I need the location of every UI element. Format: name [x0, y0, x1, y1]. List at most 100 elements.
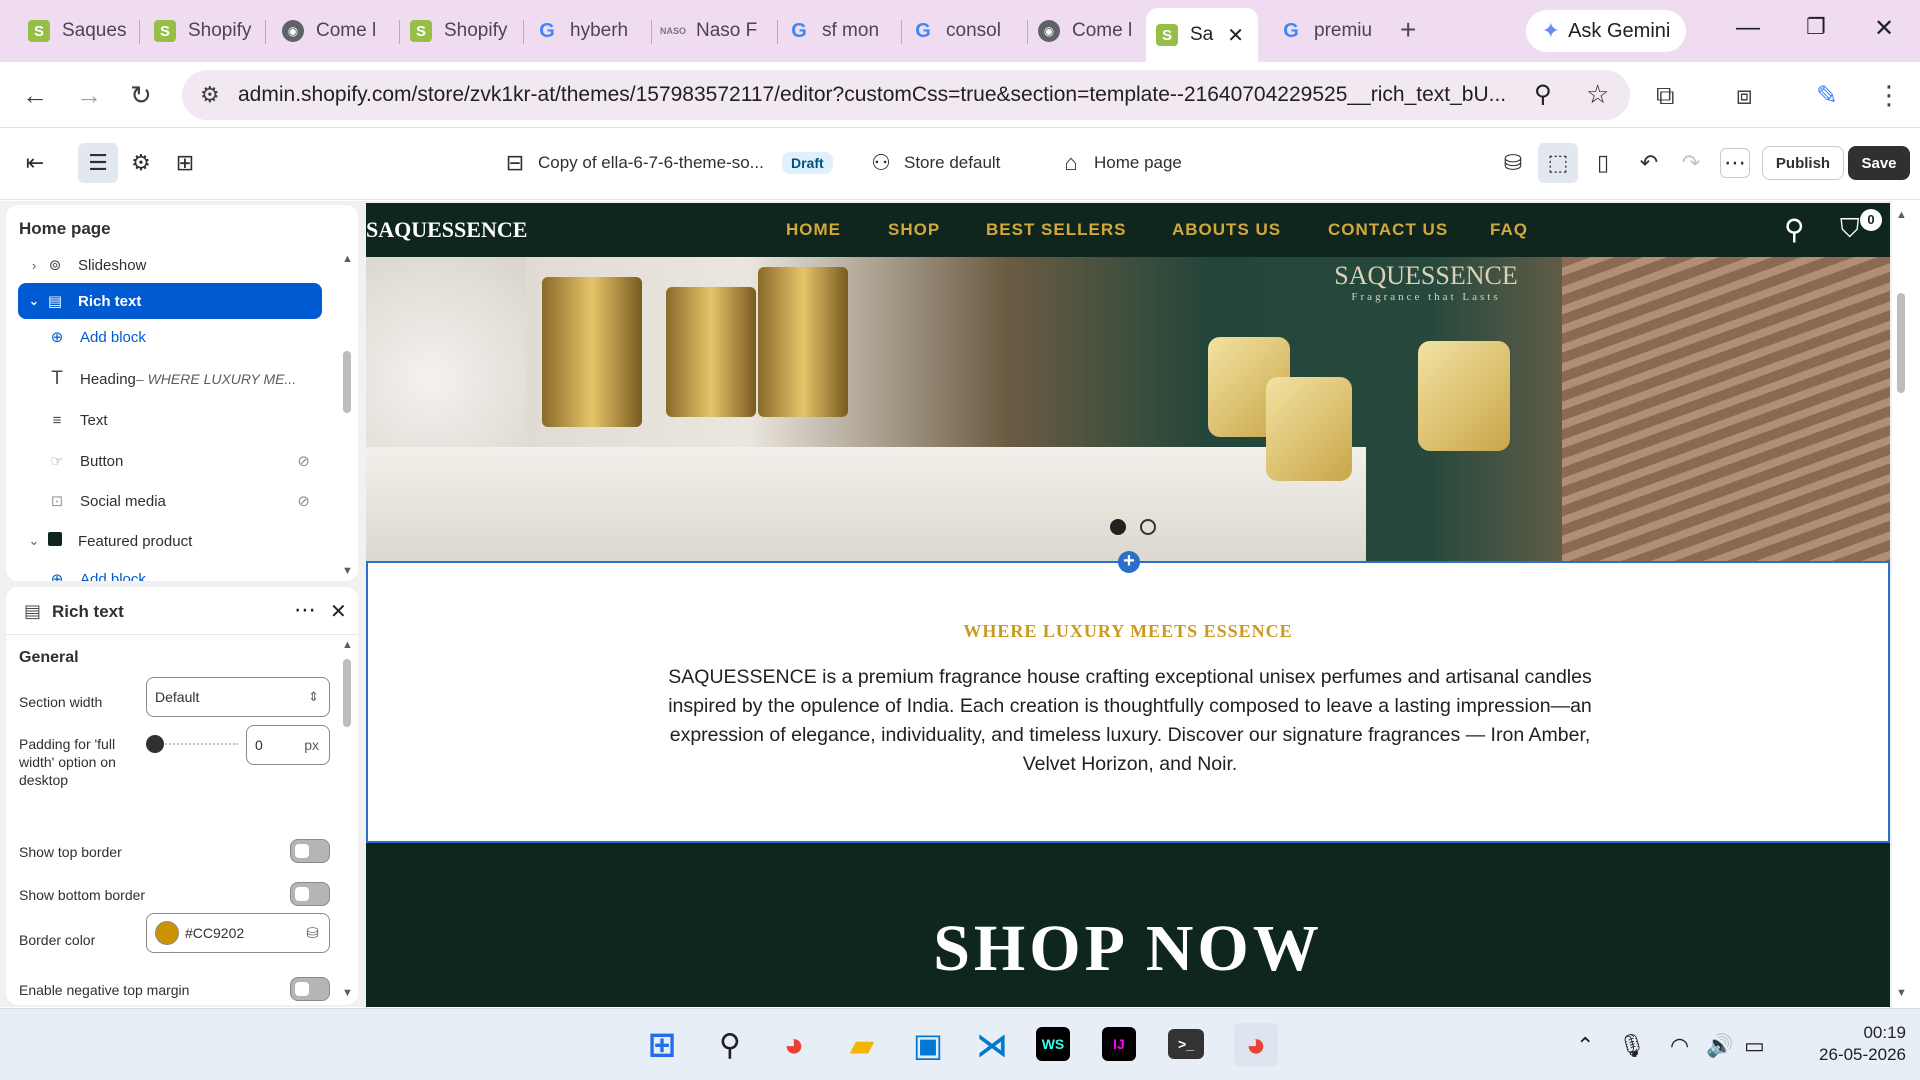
extension-icon[interactable]: ✎: [1816, 80, 1838, 111]
nav-link-shop[interactable]: SHOP: [888, 220, 940, 240]
zoom-icon[interactable]: ⚲: [1534, 80, 1552, 109]
chevron-right-icon[interactable]: ›: [24, 258, 44, 273]
save-button[interactable]: Save: [1848, 146, 1910, 180]
webstorm-icon[interactable]: WS: [1036, 1027, 1070, 1061]
search-icon[interactable]: ⚲: [1784, 213, 1805, 246]
dynamic-source-icon[interactable]: ⛁: [306, 924, 319, 942]
volume-icon[interactable]: 🔊: [1706, 1033, 1733, 1059]
sidebar-item-button[interactable]: ☞ Button ⊘: [6, 443, 322, 479]
cart-icon[interactable]: ⛉: [1840, 213, 1860, 245]
preview-scroll-up-icon[interactable]: ▲: [1896, 209, 1907, 221]
browser-tab[interactable]: S Shopify: [144, 8, 266, 54]
chrome-active-icon[interactable]: ◕: [1234, 1023, 1278, 1067]
sidebar-item-slideshow[interactable]: › ⊚ Slideshow: [6, 247, 322, 283]
tree-scrollbar[interactable]: [343, 351, 351, 413]
bookmark-star-icon[interactable]: ☆: [1586, 79, 1609, 110]
nav-link-home[interactable]: HOME: [786, 220, 841, 240]
new-tab-icon[interactable]: +: [1400, 14, 1416, 46]
inspector-icon[interactable]: ⛁: [1498, 148, 1528, 178]
hidden-eye-icon[interactable]: ⊘: [297, 452, 310, 470]
slide-dot[interactable]: [1140, 519, 1156, 535]
chevron-down-icon[interactable]: ⌄: [24, 293, 44, 309]
back-icon[interactable]: ←: [22, 80, 48, 111]
show-bottom-border-toggle[interactable]: [290, 882, 330, 906]
padding-slider-handle[interactable]: [146, 735, 164, 753]
start-icon[interactable]: ⊞: [640, 1023, 684, 1067]
padding-input[interactable]: 0 px: [246, 725, 330, 765]
tray-chevron-icon[interactable]: ⌃: [1576, 1033, 1594, 1059]
redo-icon[interactable]: ↷: [1676, 148, 1706, 178]
nav-link-best-sellers[interactable]: BEST SELLERS: [986, 220, 1126, 240]
restore-icon[interactable]: ❐: [1806, 14, 1826, 40]
tab-search-icon[interactable]: ⧈: [1736, 80, 1753, 112]
more-actions-icon[interactable]: ⋯: [1720, 148, 1750, 178]
publish-button[interactable]: Publish: [1762, 146, 1844, 180]
scroll-up-icon[interactable]: ▲: [342, 253, 353, 265]
scroll-up-icon[interactable]: ▲: [342, 639, 353, 651]
add-block-button[interactable]: ⊕ Add block: [6, 561, 322, 582]
sidebar-item-featured-product[interactable]: ⌄ Featured product: [6, 523, 322, 559]
apps-icon[interactable]: ⊞: [170, 148, 200, 178]
site-logo[interactable]: SAQUESSENCE: [366, 217, 527, 243]
theme-name[interactable]: Copy of ella-6-7-6-theme-so...: [538, 153, 764, 173]
intellij-icon[interactable]: IJ: [1102, 1027, 1136, 1061]
add-block-button[interactable]: ⊕ Add block: [6, 319, 322, 355]
close-icon[interactable]: ✕: [330, 599, 347, 624]
browser-tab[interactable]: Gconsol: [902, 8, 1028, 54]
nav-link-about-us[interactable]: ABOUTS US: [1172, 220, 1281, 240]
microphone-icon[interactable]: 🎙: [1618, 1033, 1646, 1059]
select-cursor-icon[interactable]: ⬚: [1538, 143, 1578, 183]
ask-gemini-button[interactable]: ✦ Ask Gemini: [1526, 10, 1686, 52]
battery-icon[interactable]: ▭: [1744, 1033, 1765, 1059]
close-tab-icon[interactable]: ✕: [1227, 23, 1244, 48]
store-icon[interactable]: ▣: [906, 1023, 950, 1067]
show-top-border-toggle[interactable]: [290, 839, 330, 863]
more-options-icon[interactable]: ⋯: [294, 597, 316, 623]
terminal-icon[interactable]: >_: [1168, 1029, 1204, 1059]
mobile-preview-icon[interactable]: ▯: [1588, 148, 1618, 178]
address-bar[interactable]: ⚙ admin.shopify.com/store/zvk1kr-at/them…: [182, 70, 1630, 120]
system-clock[interactable]: 00:19 26-05-2026: [1796, 1022, 1906, 1066]
sections-icon[interactable]: ☰: [78, 143, 118, 183]
nav-link-contact-us[interactable]: CONTACT US: [1328, 220, 1448, 240]
slide-dot-active[interactable]: [1110, 519, 1126, 535]
forward-icon[interactable]: →: [76, 80, 102, 111]
site-info-icon[interactable]: ⚙: [200, 82, 220, 108]
sidebar-item-social-media[interactable]: ⊡ Social media ⊘: [6, 483, 322, 519]
browser-tab[interactable]: Gpremiu: [1270, 8, 1390, 54]
page-selector[interactable]: Home page: [1094, 153, 1182, 173]
close-window-icon[interactable]: ✕: [1874, 14, 1894, 43]
browser-tab-active[interactable]: S Sa ✕: [1146, 8, 1258, 62]
undo-icon[interactable]: ↶: [1634, 148, 1664, 178]
settings-scrollbar[interactable]: [343, 659, 351, 727]
hidden-eye-icon[interactable]: ⊘: [297, 492, 310, 510]
exit-icon[interactable]: ⇤: [20, 148, 50, 178]
scroll-down-icon[interactable]: ▼: [342, 987, 353, 999]
section-width-select[interactable]: Default ⇕: [146, 677, 330, 717]
border-color-input[interactable]: #CC9202 ⛁: [146, 913, 330, 953]
minimize-icon[interactable]: —: [1736, 14, 1760, 42]
chrome-icon[interactable]: ◕: [772, 1023, 816, 1067]
browser-tab[interactable]: S Saques: [18, 8, 140, 54]
preview-scrollbar[interactable]: [1897, 293, 1905, 393]
browser-tab[interactable]: ◉ Come l: [1028, 8, 1144, 54]
browser-tab[interactable]: NASO Naso F: [652, 8, 778, 54]
wifi-icon[interactable]: ◠: [1670, 1033, 1689, 1059]
add-section-button[interactable]: +: [1118, 551, 1140, 573]
color-swatch[interactable]: [155, 921, 179, 945]
settings-gear-icon[interactable]: ⚙: [126, 148, 156, 178]
negative-margin-toggle[interactable]: [290, 977, 330, 1001]
rich-text-heading[interactable]: WHERE LUXURY MEETS ESSENCE: [368, 621, 1888, 642]
rich-text-section[interactable]: WHERE LUXURY MEETS ESSENCE SAQUESSENCE i…: [366, 561, 1890, 843]
sidebar-item-text[interactable]: ≡ Text: [6, 402, 322, 438]
file-explorer-icon[interactable]: ▰: [840, 1023, 884, 1067]
browser-tab[interactable]: Ghyberh: [526, 8, 652, 54]
sidebar-item-heading[interactable]: T Heading – WHERE LUXURY ME...: [6, 361, 322, 397]
chevron-down-icon[interactable]: ⌄: [24, 533, 44, 549]
browser-tab[interactable]: Gsf mon: [778, 8, 902, 54]
store-default-selector[interactable]: Store default: [904, 153, 1000, 173]
shop-now-heading[interactable]: SHOP NOW: [366, 911, 1890, 987]
menu-icon[interactable]: ⋮: [1876, 80, 1902, 111]
search-icon[interactable]: ⚲: [708, 1023, 752, 1067]
browser-tab[interactable]: ◉ Come l: [272, 8, 400, 54]
